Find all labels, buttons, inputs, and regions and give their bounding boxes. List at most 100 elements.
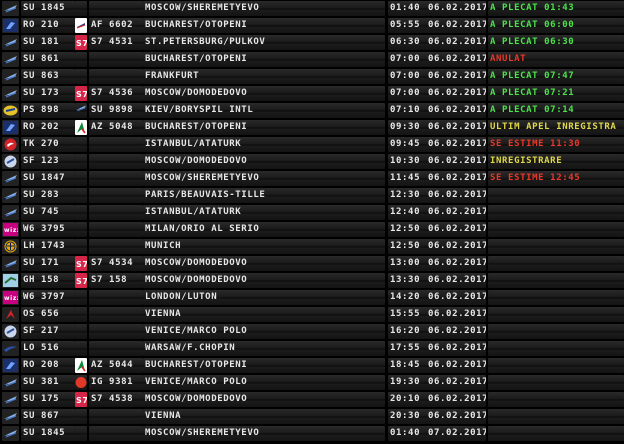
codeshare-logo-cell: [75, 205, 87, 220]
svg-text:S7: S7: [76, 90, 87, 99]
airline-logo-cell: [2, 392, 19, 407]
airline-logo-cell: [2, 205, 19, 220]
s7-logo-icon: S7: [75, 392, 87, 407]
flight-number: SU 175: [21, 392, 75, 407]
codeshare-logo-cell: [75, 222, 87, 237]
codeshare-logo-cell: [75, 239, 87, 254]
flight-status: [488, 426, 624, 441]
codeshare-flight-number: [89, 52, 143, 67]
airline-logo-cell: [2, 341, 19, 356]
flight-number: LH 1743: [21, 239, 75, 254]
flight-status: [488, 307, 624, 322]
codeshare-logo-cell: S7: [75, 86, 87, 101]
scheduled-date: 06.02.2017: [426, 188, 486, 203]
flight-status: [488, 273, 624, 288]
flight-number: W6 3795: [21, 222, 75, 237]
destination: ISTANBUL/ATATURK: [143, 205, 385, 220]
flight-row: SU 745 ISTANBUL/ATATURK 12:40 06.02.2017: [0, 204, 624, 221]
codeshare-flight-number: [89, 307, 143, 322]
codeshare-logo-cell: [75, 375, 87, 390]
flight-status: [488, 409, 624, 424]
scheduled-date: 06.02.2017: [426, 1, 486, 16]
scheduled-date: 06.02.2017: [426, 358, 486, 373]
scheduled-time: 06:30: [388, 35, 428, 50]
scheduled-date: 06.02.2017: [426, 256, 486, 271]
scheduled-time: 01:40: [388, 1, 428, 16]
scheduled-time: 13:00: [388, 256, 428, 271]
airline-logo-cell: [2, 239, 19, 254]
codeshare-logo-cell: [75, 171, 87, 186]
flight-status: A PLECAT 07:14: [488, 103, 624, 118]
codeshare-logo-cell: [75, 1, 87, 16]
flight-row: SU 175 S7 S7 4538 MOSCOW/DOMODEDOVO 20:10 06.…: [0, 391, 624, 408]
svg-text:wizz: wizz: [4, 227, 18, 234]
destination: VIENNA: [143, 409, 385, 424]
flight-status: INREGISTRARE: [488, 154, 624, 169]
aeroflot-logo-icon: [3, 36, 18, 49]
swiss-logo-icon: [3, 325, 18, 338]
scheduled-time: 07:00: [388, 86, 428, 101]
scheduled-time: 05:55: [388, 18, 428, 33]
flight-number: SU 861: [21, 52, 75, 67]
airline-logo-cell: [2, 171, 19, 186]
destination: PARIS/BEAUVAIS-TILLE: [143, 188, 385, 203]
flight-number: GH 158: [21, 273, 75, 288]
scheduled-date: 07.02.2017: [426, 426, 486, 441]
codeshare-logo-cell: [75, 188, 87, 203]
scheduled-time: 15:55: [388, 307, 428, 322]
flight-row: LH 1743 MUNICH 12:50 06.02.2017: [0, 238, 624, 255]
flight-row: SU 863 FRANKFURT 07:00 06.02.2017 A PLECAT 0…: [0, 68, 624, 85]
codeshare-logo-cell: [75, 341, 87, 356]
codeshare-flight-number: S7 4536: [89, 86, 143, 101]
flight-row: GH 158 S7 S7 158 MOSCOW/DOMODEDOVO 13:30 06.0…: [0, 272, 624, 289]
airline-logo-cell: [2, 273, 19, 288]
airline-logo-cell: wizz: [2, 290, 19, 305]
destination: VENICE/MARCO POLO: [143, 375, 385, 390]
destination: KIEV/BORYSPIL INTL: [143, 103, 385, 118]
aeroflot-logo-icon: [3, 410, 18, 423]
alitalia-logo-icon: [75, 120, 87, 135]
svg-text:S7: S7: [76, 39, 87, 48]
scheduled-date: 06.02.2017: [426, 290, 486, 305]
flight-status: [488, 222, 624, 237]
scheduled-date: 06.02.2017: [426, 273, 486, 288]
tarom-logo-icon: [3, 121, 18, 134]
flight-number: SU 171: [21, 256, 75, 271]
codeshare-flight-number: AZ 5044: [89, 358, 143, 373]
destination: BUCHAREST/OTOPENI: [143, 52, 385, 67]
destination: MILAN/ORIO AL SERIO: [143, 222, 385, 237]
flight-status: A PLECAT 07:47: [488, 69, 624, 84]
flight-row: SU 867 VIENNA 20:30 06.02.2017: [0, 408, 624, 425]
aeroflot-logo-icon: [3, 376, 18, 389]
scheduled-date: 06.02.2017: [426, 239, 486, 254]
codeshare-logo-cell: S7: [75, 273, 87, 288]
svg-text:S7: S7: [76, 396, 87, 405]
codeshare-flight-number: [89, 426, 143, 441]
destination: VENICE/MARCO POLO: [143, 324, 385, 339]
codeshare-flight-number: AZ 5048: [89, 120, 143, 135]
airline-logo-cell: [2, 120, 19, 135]
scheduled-time: 12:50: [388, 222, 428, 237]
scheduled-date: 06.02.2017: [426, 154, 486, 169]
codeshare-flight-number: [89, 290, 143, 305]
codeshare-logo-cell: S7: [75, 392, 87, 407]
destination: MOSCOW/DOMODEDOVO: [143, 154, 385, 169]
aeroflot-logo-icon: [3, 206, 18, 219]
scheduled-date: 06.02.2017: [426, 324, 486, 339]
flight-status: ULTIM APEL INREGISTRA: [488, 120, 624, 135]
codeshare-logo-cell: [75, 137, 87, 152]
scheduled-date: 06.02.2017: [426, 86, 486, 101]
scheduled-date: 06.02.2017: [426, 341, 486, 356]
flight-status: SE ESTIME 12:45: [488, 171, 624, 186]
destination: BUCHAREST/OTOPENI: [143, 358, 385, 373]
codeshare-flight-number: S7 4534: [89, 256, 143, 271]
destination: FRANKFURT: [143, 69, 385, 84]
flight-row: RO 208 AZ 5044 BUCHAREST/OTOPENI 18:45 06.02…: [0, 357, 624, 374]
destination: MOSCOW/SHEREMETYEVO: [143, 171, 385, 186]
scheduled-time: 09:45: [388, 137, 428, 152]
flight-number: OS 656: [21, 307, 75, 322]
codeshare-flight-number: [89, 1, 143, 16]
flight-row: SU 1845 MOSCOW/SHEREMETYEVO 01:40 06.02.201…: [0, 0, 624, 17]
airline-logo-cell: [2, 18, 19, 33]
flight-row: SF 123 MOSCOW/DOMODEDOVO 10:30 06.02.2017 IN…: [0, 153, 624, 170]
